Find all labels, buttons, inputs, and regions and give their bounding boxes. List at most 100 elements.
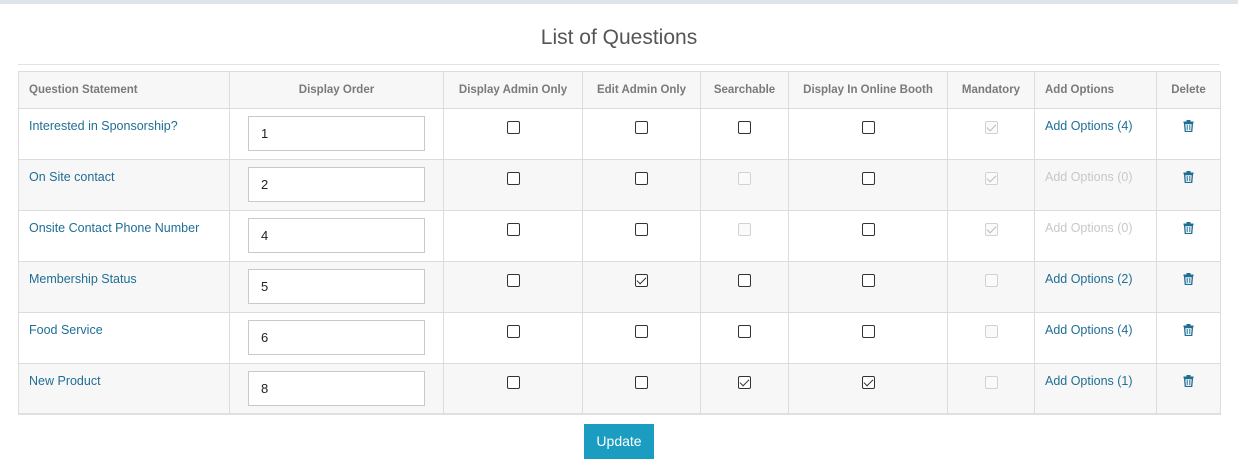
searchable-cell <box>700 108 789 160</box>
display-admin-only-checkbox[interactable] <box>506 172 520 185</box>
table-row: Membership Status 5 Add Options (2) <box>18 261 1221 313</box>
edit-admin-only-checkbox[interactable] <box>635 121 648 134</box>
delete-cell <box>1156 210 1221 262</box>
searchable-checkbox[interactable] <box>738 121 751 134</box>
searchable-cell <box>700 363 789 415</box>
display-admin-only-cell <box>443 261 583 313</box>
add-options-link[interactable]: Add Options (2) <box>1034 261 1157 313</box>
question-statement-link[interactable]: Membership Status <box>18 261 230 313</box>
question-statement-link[interactable]: On Site contact <box>18 159 230 211</box>
mandatory-checkbox <box>984 172 998 185</box>
delete-cell <box>1156 108 1221 160</box>
display-order-input[interactable]: 2 <box>248 167 425 202</box>
trash-icon[interactable] <box>1183 222 1194 237</box>
update-button[interactable]: Update <box>584 424 654 459</box>
trash-icon[interactable] <box>1183 375 1194 390</box>
table-row: Interested in Sponsorship? 1 Add Options (… <box>18 108 1221 160</box>
display-order-input[interactable]: 6 <box>248 320 425 355</box>
edit-admin-only-checkbox[interactable] <box>635 172 648 185</box>
page-title: List of Questions <box>540 26 698 49</box>
display-order-input[interactable]: 5 <box>248 269 425 304</box>
online-booth-checkbox[interactable] <box>861 376 875 389</box>
questions-table: Question Statement Display Order Display… <box>18 71 1221 415</box>
add-options-link: Add Options (0) <box>1034 210 1157 262</box>
display-admin-only-cell <box>443 210 583 262</box>
question-statement-link[interactable]: Food Service <box>18 312 230 364</box>
display-order-cell: 4 <box>229 210 444 262</box>
trash-icon[interactable] <box>1183 324 1194 339</box>
display-admin-only-checkbox[interactable] <box>506 223 520 236</box>
edit-admin-only-cell <box>582 159 701 211</box>
display-admin-only-cell <box>443 108 583 160</box>
display-order-cell: 8 <box>229 363 444 415</box>
mandatory-checkbox <box>984 223 998 236</box>
col-header-display-order: Display Order <box>229 71 444 109</box>
edit-admin-only-cell <box>582 312 701 364</box>
searchable-cell <box>700 261 789 313</box>
searchable-cell <box>700 210 789 262</box>
add-options-link[interactable]: Add Options (4) <box>1034 312 1157 364</box>
display-admin-only-cell <box>443 159 583 211</box>
mandatory-checkbox <box>984 325 998 338</box>
display-order-cell: 2 <box>229 159 444 211</box>
edit-admin-only-checkbox[interactable] <box>635 325 648 338</box>
searchable-checkbox <box>738 223 751 236</box>
display-order-input[interactable]: 4 <box>248 218 425 253</box>
online-booth-checkbox[interactable] <box>861 172 875 185</box>
delete-cell <box>1156 363 1221 415</box>
title-divider <box>18 64 1220 65</box>
edit-admin-only-cell <box>582 210 701 262</box>
table-row: Food Service 6 Add Options (4) <box>18 312 1221 364</box>
display-order-cell: 1 <box>229 108 444 160</box>
col-header-edit-admin-only: Edit Admin Only <box>582 71 701 109</box>
trash-icon[interactable] <box>1183 273 1194 288</box>
mandatory-cell <box>947 108 1035 160</box>
display-order-cell: 6 <box>229 312 444 364</box>
display-admin-only-cell <box>443 363 583 415</box>
delete-cell <box>1156 159 1221 211</box>
display-admin-only-checkbox[interactable] <box>506 121 520 134</box>
online-booth-checkbox[interactable] <box>861 223 875 236</box>
display-order-input[interactable]: 1 <box>248 116 425 151</box>
mandatory-checkbox <box>984 274 998 287</box>
mandatory-cell <box>947 261 1035 313</box>
edit-admin-only-checkbox[interactable] <box>635 223 648 236</box>
edit-admin-only-cell <box>582 363 701 415</box>
col-header-delete: Delete <box>1156 71 1221 109</box>
display-order-input[interactable]: 8 <box>248 371 425 406</box>
online-booth-checkbox[interactable] <box>861 121 875 134</box>
add-options-link[interactable]: Add Options (4) <box>1034 108 1157 160</box>
mandatory-checkbox <box>984 376 998 389</box>
searchable-checkbox[interactable] <box>738 325 751 338</box>
online-booth-checkbox[interactable] <box>861 325 875 338</box>
display-admin-only-checkbox[interactable] <box>506 274 520 287</box>
mandatory-cell <box>947 210 1035 262</box>
display-admin-only-checkbox[interactable] <box>506 376 520 389</box>
online-booth-checkbox[interactable] <box>861 274 875 287</box>
add-options-link: Add Options (0) <box>1034 159 1157 211</box>
display-admin-only-checkbox[interactable] <box>506 325 520 338</box>
searchable-cell <box>700 159 789 211</box>
col-header-online-booth: Display In Online Booth <box>788 71 948 109</box>
searchable-checkbox[interactable] <box>738 274 751 287</box>
table-row: New Product 8 Add Options (1) <box>18 363 1221 415</box>
delete-cell <box>1156 312 1221 364</box>
mandatory-cell <box>947 159 1035 211</box>
trash-icon[interactable] <box>1183 171 1194 186</box>
add-options-link[interactable]: Add Options (1) <box>1034 363 1157 415</box>
col-header-mandatory: Mandatory <box>947 71 1035 109</box>
col-header-add-options: Add Options <box>1034 71 1157 109</box>
searchable-checkbox[interactable] <box>738 376 751 389</box>
top-bar <box>0 0 1238 4</box>
edit-admin-only-checkbox[interactable] <box>635 274 648 287</box>
online-booth-cell <box>788 261 948 313</box>
online-booth-cell <box>788 108 948 160</box>
table-header-row: Question Statement Display Order Display… <box>18 71 1221 109</box>
edit-admin-only-checkbox[interactable] <box>635 376 648 389</box>
display-admin-only-cell <box>443 312 583 364</box>
question-statement-link[interactable]: Interested in Sponsorship? <box>18 108 230 160</box>
question-statement-link[interactable]: Onsite Contact Phone Number <box>18 210 230 262</box>
question-statement-link[interactable]: New Product <box>18 363 230 415</box>
col-header-searchable: Searchable <box>700 71 789 109</box>
trash-icon[interactable] <box>1183 120 1194 135</box>
